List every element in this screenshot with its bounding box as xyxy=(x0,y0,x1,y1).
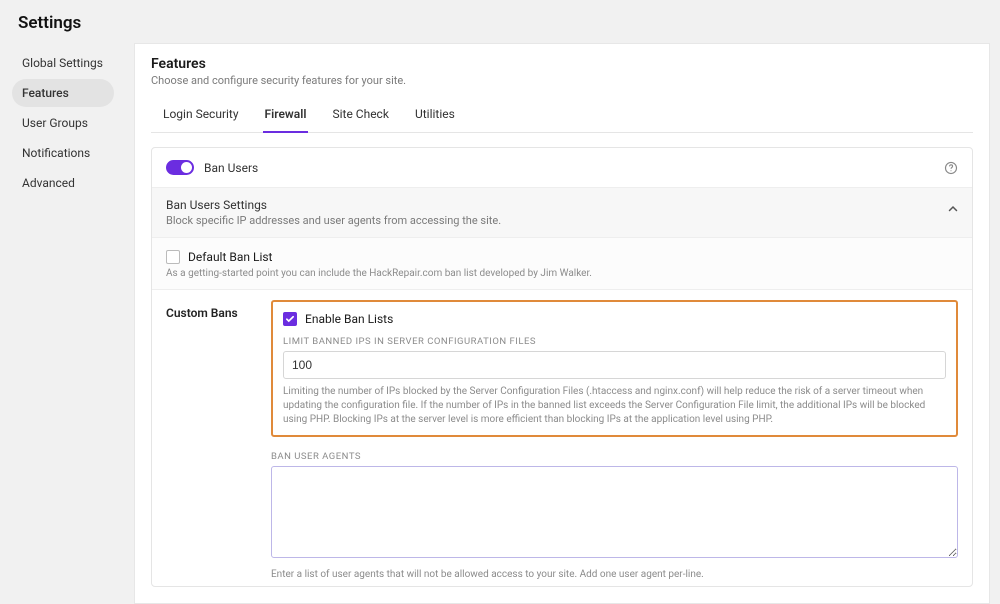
tab-firewall[interactable]: Firewall xyxy=(263,101,309,133)
ban-users-header: Ban Users xyxy=(152,148,972,187)
main-panel: Features Choose and configure security f… xyxy=(134,43,990,604)
custom-bans-section: Custom Bans Enable Ban Lists LIMIT BANNE… xyxy=(152,289,972,586)
ban-user-agents-help: Enter a list of user agents that will no… xyxy=(271,568,958,582)
ban-users-settings-desc: Block specific IP addresses and user age… xyxy=(166,214,958,227)
enable-ban-lists-label: Enable Ban Lists xyxy=(305,312,393,326)
default-ban-list-checkbox[interactable] xyxy=(166,250,180,264)
chevron-up-icon xyxy=(948,204,958,214)
features-title: Features xyxy=(151,56,973,72)
limit-ips-help: Limiting the number of IPs blocked by th… xyxy=(283,385,946,427)
custom-bans-highlight: Enable Ban Lists LIMIT BANNED IPS IN SER… xyxy=(271,300,958,437)
ban-users-settings-title: Ban Users Settings xyxy=(166,198,958,212)
default-ban-list-label: Default Ban List xyxy=(188,250,272,264)
tab-site-check[interactable]: Site Check xyxy=(330,101,390,133)
page-title: Settings xyxy=(0,0,1000,43)
sidebar-item-advanced[interactable]: Advanced xyxy=(12,169,114,197)
default-ban-list-help: As a getting-started point you can inclu… xyxy=(166,268,958,279)
features-subtitle: Choose and configure security features f… xyxy=(151,74,973,87)
sidebar-item-notifications[interactable]: Notifications xyxy=(12,139,114,167)
enable-ban-lists-checkbox[interactable] xyxy=(283,312,297,326)
ban-users-card: Ban Users Ban Users Settings Block speci… xyxy=(151,147,973,587)
sidebar-item-global-settings[interactable]: Global Settings xyxy=(12,49,114,77)
limit-ips-label: LIMIT BANNED IPS IN SERVER CONFIGURATION… xyxy=(283,336,946,347)
ban-users-toggle[interactable] xyxy=(166,160,194,175)
ban-users-settings-row[interactable]: Ban Users Settings Block specific IP add… xyxy=(152,187,972,237)
ban-user-agents-label: BAN USER AGENTS xyxy=(271,451,958,462)
default-ban-list-row: Default Ban List As a getting-started po… xyxy=(152,237,972,289)
sidebar-item-user-groups[interactable]: User Groups xyxy=(12,109,114,137)
features-tabs: Login Security Firewall Site Check Utili… xyxy=(151,101,973,133)
sidebar-item-features[interactable]: Features xyxy=(12,79,114,107)
tab-login-security[interactable]: Login Security xyxy=(161,101,241,133)
custom-bans-title: Custom Bans xyxy=(166,304,251,320)
ban-user-agents-textarea[interactable] xyxy=(271,466,958,558)
ban-users-toggle-label: Ban Users xyxy=(204,161,258,175)
help-icon[interactable] xyxy=(944,161,958,175)
sidebar: Global Settings Features User Groups Not… xyxy=(0,43,122,199)
tab-utilities[interactable]: Utilities xyxy=(413,101,457,133)
limit-ips-input[interactable] xyxy=(283,351,946,379)
